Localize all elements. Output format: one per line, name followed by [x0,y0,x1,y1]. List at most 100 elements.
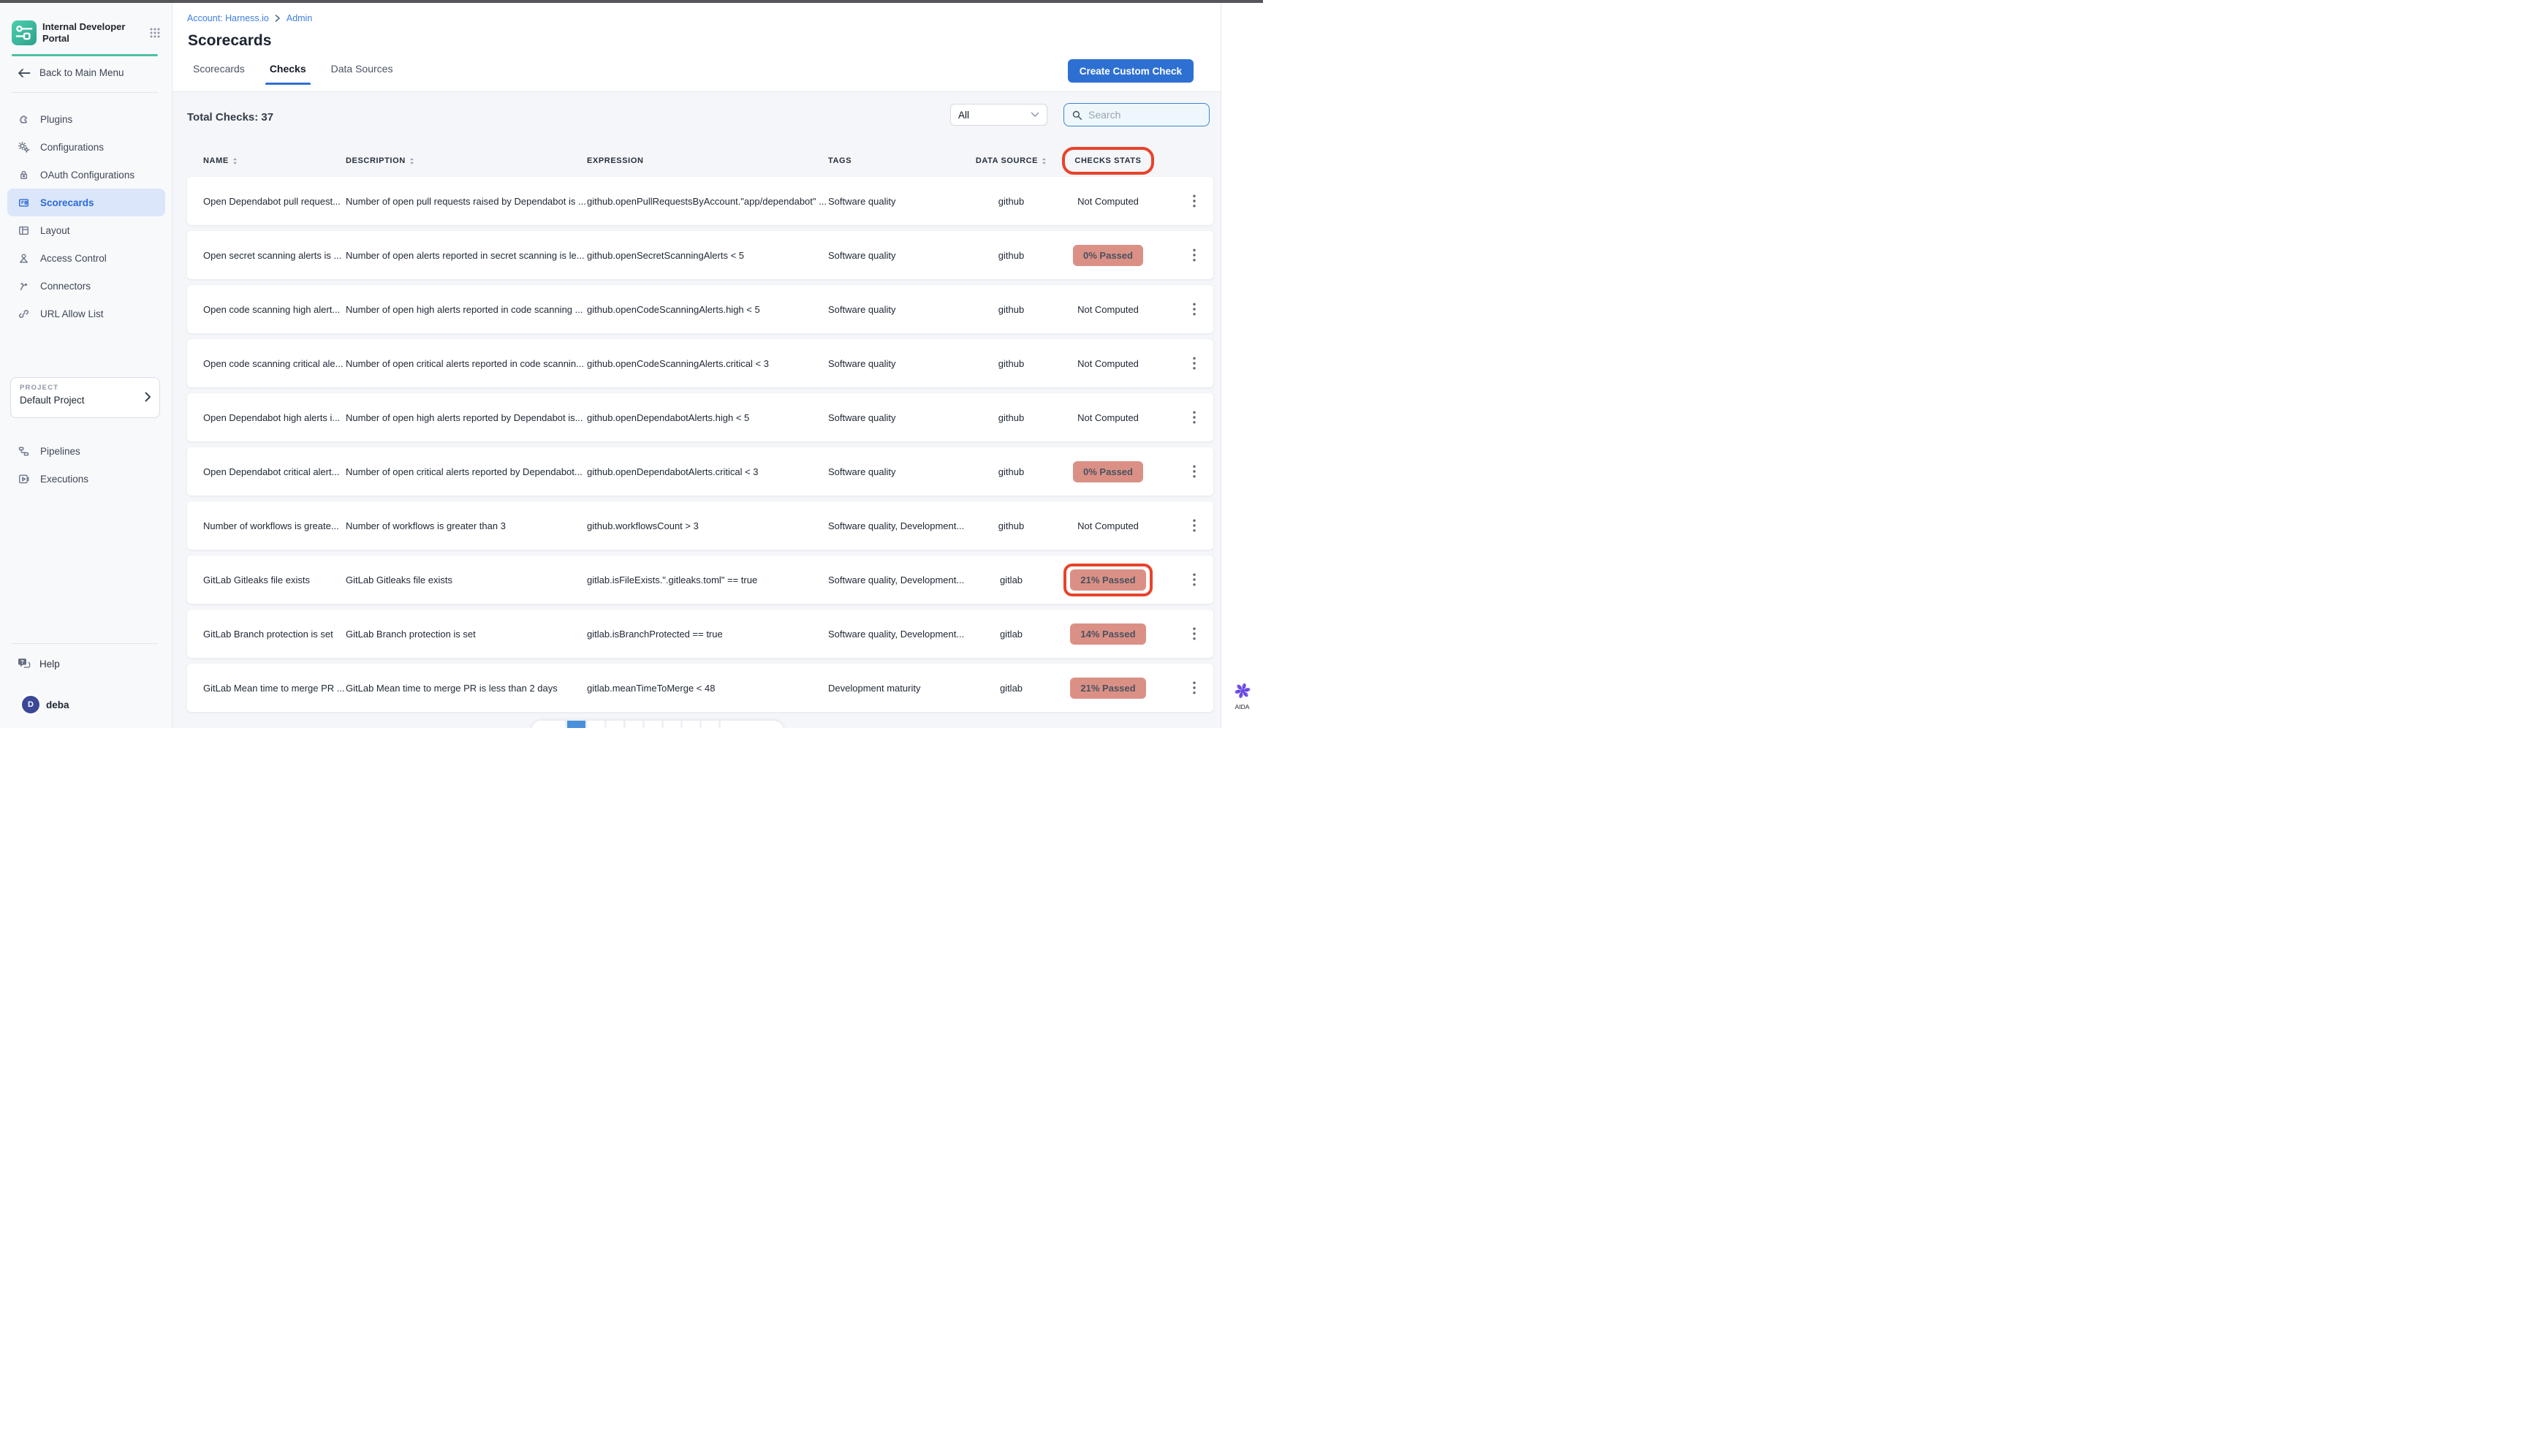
filter-value: All [958,110,969,121]
puzzle-icon [18,113,30,126]
create-custom-check-button[interactable]: Create Custom Check [1068,59,1194,83]
sidebar-divider [12,643,158,644]
aida-flower-icon [1233,681,1252,700]
breadcrumb-account-link[interactable]: Account: Harness.io [187,13,269,23]
pagination-page[interactable] [623,721,642,728]
sidebar-item-configurations[interactable]: Configurations [7,133,165,161]
back-label: Back to Main Menu [39,67,124,78]
pagination-page-active[interactable] [565,721,585,728]
sidebar-item-executions[interactable]: Executions [7,465,165,493]
check-description: Number of open critical alerts reported … [346,358,587,369]
tab-scorecards[interactable]: Scorecards [193,63,245,85]
sidebar-item-oauth-configurations[interactable]: OAuth Configurations [7,161,165,189]
pagination-prev[interactable] [531,721,565,728]
kebab-menu-icon[interactable] [1188,516,1200,535]
kebab-menu-icon[interactable] [1188,462,1200,481]
check-name: GitLab Gitleaks file exists [203,575,346,585]
sidebar-item-pipelines[interactable]: Pipelines [7,437,165,465]
pagination-page[interactable] [661,721,680,728]
search-input[interactable] [1088,109,1191,121]
check-expression: gitlab.isFileExists.".gitleaks.toml" == … [587,575,828,585]
check-expression: github.openDependabotAlerts.critical < 3 [587,466,828,477]
total-checks-label: Total Checks: 37 [187,111,273,124]
sidebar-item-scorecards[interactable]: Scorecards [7,189,165,216]
check-data-source: github [973,358,1050,369]
sidebar-item-label: Configurations [40,142,104,153]
check-expression: gitlab.meanTimeToMerge < 48 [587,683,828,694]
check-expression: gitlab.isBranchProtected == true [587,629,828,640]
sidebar-item-label: Pipelines [40,446,80,457]
check-description: Number of open high alerts reported in c… [346,304,587,315]
checks-stats-value: Not Computed [1077,358,1139,369]
table-row[interactable]: Open Dependabot high alerts i... Number … [187,393,1213,441]
table-row[interactable]: Open code scanning critical ale... Numbe… [187,339,1213,387]
sidebar-secondary-nav: Pipelines Executions [7,437,165,493]
app-window: Internal Developer Portal Back to Main M… [0,0,1263,728]
sidebar-item-url-allow-list[interactable]: URL Allow List [7,300,165,327]
check-description: Number of open pull requests raised by D… [346,196,587,207]
back-to-main-menu[interactable]: Back to Main Menu [18,67,124,78]
aida-assistant-button[interactable]: AIDA [1233,681,1252,710]
checks-stats-value: 0% Passed [1073,245,1143,266]
column-header-name[interactable]: NAME [203,156,346,165]
kebab-menu-icon[interactable] [1188,192,1200,211]
table-row[interactable]: GitLab Branch protection is set GitLab B… [187,610,1213,658]
pagination-page[interactable] [642,721,661,728]
link-icon [18,308,30,320]
sidebar-item-plugins[interactable]: Plugins [7,105,165,133]
table-row[interactable]: Open Dependabot critical alert... Number… [187,447,1213,496]
checks-stats-value: Not Computed [1077,304,1139,315]
pagination-page[interactable] [680,721,699,728]
table-row[interactable]: Open code scanning high alert... Number … [187,285,1213,333]
kebab-menu-icon[interactable] [1188,354,1200,373]
check-name: Open code scanning critical ale... [203,358,346,369]
aida-label: AIDA [1235,703,1250,710]
app-grid-icon[interactable] [149,27,161,39]
kebab-menu-icon[interactable] [1188,678,1200,697]
sidebar-item-layout[interactable]: Layout [7,216,165,244]
tab-data-sources[interactable]: Data Sources [331,63,393,85]
sidebar-item-label: Scorecards [40,197,94,208]
app-title: Internal Developer Portal [42,21,129,45]
table-row[interactable]: GitLab Gitleaks file exists GitLab Gitle… [187,556,1213,604]
sidebar-item-access-control[interactable]: Access Control [7,244,165,272]
check-data-source: github [973,466,1050,477]
pagination-page[interactable] [604,721,623,728]
chevron-right-icon [275,15,281,22]
filter-dropdown[interactable]: All [950,104,1047,126]
pipelines-icon [18,445,30,458]
check-name: GitLab Mean time to merge PR ... [203,683,346,694]
project-selector[interactable]: PROJECT Default Project [10,377,160,418]
column-header-checks-stats: CHECKS STATS [1050,156,1167,165]
executions-icon [18,473,30,485]
table-row[interactable]: Open secret scanning alerts is ... Numbe… [187,231,1213,279]
pagination-bar[interactable] [531,721,784,728]
checks-stats-value: 14% Passed [1070,623,1145,645]
kebab-menu-icon[interactable] [1188,624,1200,643]
column-header-description[interactable]: DESCRIPTION [346,156,587,165]
kebab-menu-icon[interactable] [1188,246,1200,265]
user-menu[interactable]: D deba [22,696,69,713]
column-header-data-source[interactable]: DATA SOURCE [973,156,1050,165]
sidebar-item-connectors[interactable]: Connectors [7,272,165,300]
column-header-expression: EXPRESSION [587,156,828,165]
gears-icon [18,141,30,153]
table-row[interactable]: Open Dependabot pull request... Number o… [187,177,1213,225]
kebab-menu-icon[interactable] [1188,570,1200,589]
connectors-icon [18,280,30,292]
check-description: Number of workflows is greater than 3 [346,520,587,531]
table-row[interactable]: GitLab Mean time to merge PR ... GitLab … [187,664,1213,712]
pagination-page[interactable] [699,721,718,728]
user-name: deba [46,699,69,710]
pagination-page[interactable] [718,721,737,728]
kebab-menu-icon[interactable] [1188,300,1200,319]
help-button[interactable]: ? Help [18,658,60,670]
table-row[interactable]: Number of workflows is greate... Number … [187,501,1213,550]
breadcrumb-admin-link[interactable]: Admin [287,13,312,23]
check-name: Open Dependabot pull request... [203,196,346,207]
scorecard-icon [18,197,30,209]
kebab-menu-icon[interactable] [1188,408,1200,427]
tab-checks[interactable]: Checks [270,63,306,85]
pagination-page[interactable] [585,721,604,728]
check-data-source: github [973,304,1050,315]
